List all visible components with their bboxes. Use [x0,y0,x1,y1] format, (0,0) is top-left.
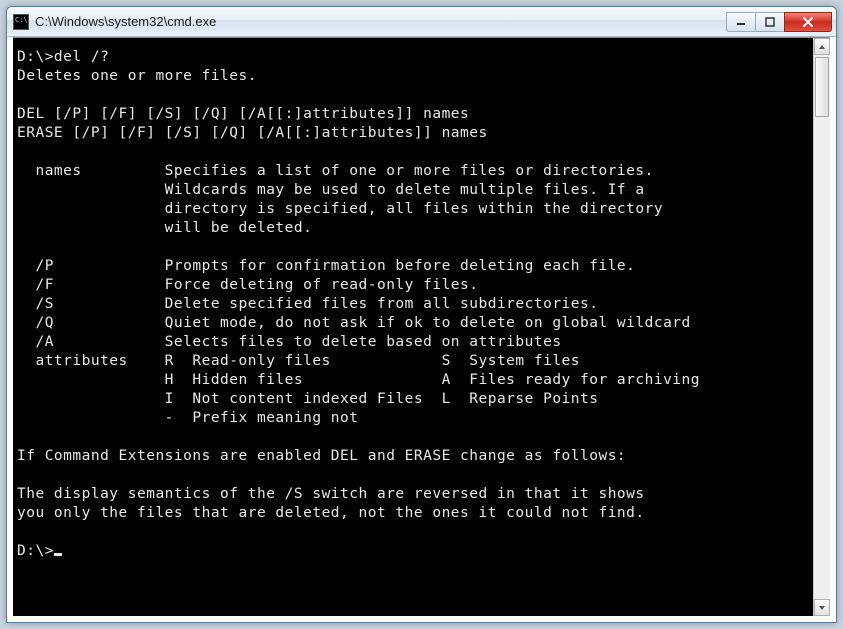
cmd-icon [13,14,29,30]
scroll-track[interactable] [814,55,830,599]
chevron-up-icon [818,43,826,51]
text-cursor [54,553,62,556]
titlebar[interactable]: C:\Windows\system32\cmd.exe [7,7,836,37]
close-icon [802,16,814,28]
vertical-scrollbar[interactable] [813,38,830,616]
scroll-up-button[interactable] [814,38,830,55]
scroll-thumb[interactable] [815,57,829,117]
maximize-button[interactable] [755,12,785,32]
cmd-window: C:\Windows\system32\cmd.exe D:\>del /? D… [6,6,837,623]
close-button[interactable] [784,12,832,32]
chevron-down-icon [818,604,826,612]
console-output[interactable]: D:\>del /? Deletes one or more files. DE… [13,38,813,616]
scroll-down-button[interactable] [814,599,830,616]
minimize-button[interactable] [726,12,756,32]
maximize-icon [765,17,775,27]
client-area: D:\>del /? Deletes one or more files. DE… [13,37,830,616]
minimize-icon [736,17,746,27]
window-title: C:\Windows\system32\cmd.exe [35,14,727,29]
window-buttons [727,12,832,32]
